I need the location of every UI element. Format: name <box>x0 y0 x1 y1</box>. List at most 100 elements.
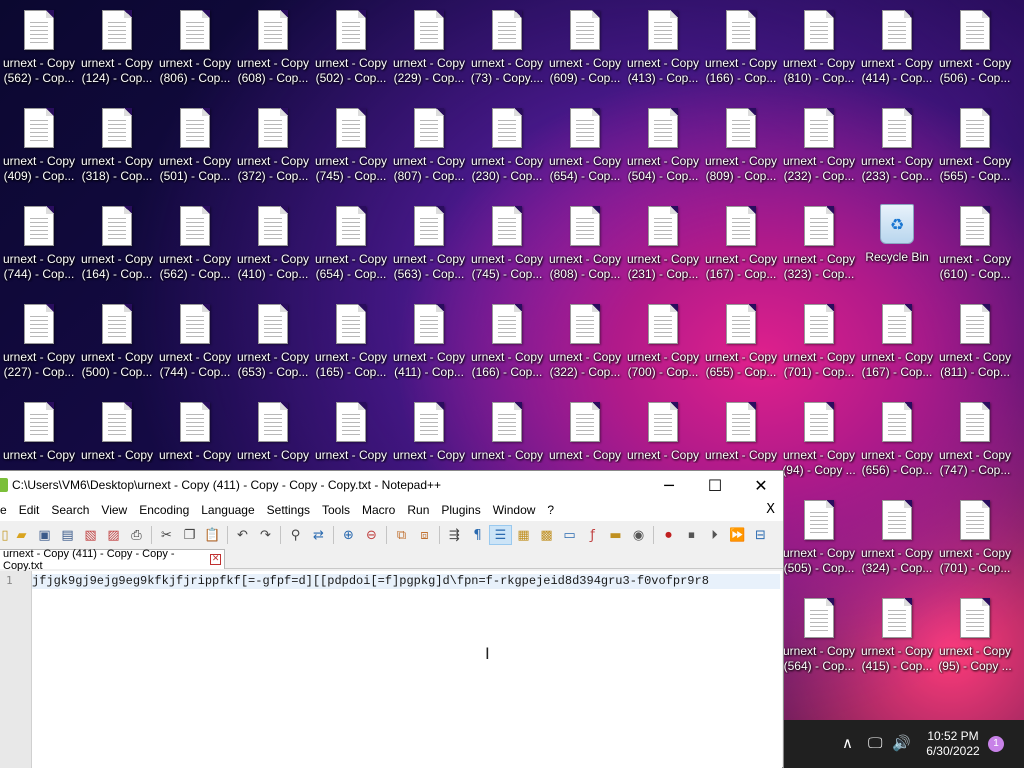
desktop-icon-file[interactable]: urnext - Copy (230) - Cop... <box>468 98 546 194</box>
desktop-icon-file[interactable]: urnext - Copy (701) - Cop... <box>936 490 1014 586</box>
minimize-button[interactable]: ─ <box>646 471 692 499</box>
desktop-icon-file[interactable]: urnext - Copy (745) - Cop... <box>312 98 390 194</box>
desktop-icon-file[interactable]: urnext - Copy (506) - Cop... <box>936 0 1014 96</box>
show-hidden-icons-chevron-icon[interactable]: ∧ <box>842 734 853 752</box>
menu-help[interactable]: ? <box>541 503 560 517</box>
desktop-icon-file[interactable]: urnext - Copy (324) - Cop... <box>858 490 936 586</box>
menu-search[interactable]: Search <box>45 503 95 517</box>
editor-line[interactable]: jfjgk9gj9ejg9eg9kfkjfjrippfkf[=-gfpf=d][… <box>32 574 780 589</box>
show-all-chars-icon[interactable]: ¶ <box>466 525 489 545</box>
desktop-icon-file[interactable]: urnext - Copy (808) - Cop... <box>546 196 624 292</box>
notepadpp-window[interactable]: C:\Users\VM6\Desktop\urnext - Copy (411)… <box>0 470 784 768</box>
desktop-icon-file[interactable]: urnext - Copy (806) - Cop... <box>156 0 234 96</box>
monitoring-icon[interactable]: ◉ <box>627 525 650 545</box>
find-icon[interactable]: ⚲ <box>284 525 307 545</box>
desktop-icon-file[interactable]: urnext - Copy (747) - Cop... <box>936 392 1014 488</box>
desktop-icon-file[interactable]: urnext - Copy (655) - Cop... <box>702 294 780 390</box>
desktop-icon-recycle-bin[interactable]: ♻ Recycle Bin <box>858 196 936 292</box>
doc-map-icon[interactable]: ▩ <box>535 525 558 545</box>
indent-guide-icon[interactable]: ☰ <box>489 525 512 545</box>
notification-badge[interactable]: 1 <box>988 736 1004 752</box>
maximize-button[interactable]: ☐ <box>692 471 738 499</box>
user-language-icon[interactable]: ▦ <box>512 525 535 545</box>
menu-run[interactable]: Run <box>401 503 435 517</box>
open-file-icon[interactable]: ▰ <box>10 525 33 545</box>
desktop-icon-file[interactable]: urnext - Copy (166) - Cop... <box>702 0 780 96</box>
desktop-icon-file[interactable]: urnext - Copy (164) - Cop... <box>78 196 156 292</box>
desktop-icon-file[interactable]: urnext - Copy (323) - Cop... <box>780 196 858 292</box>
desktop-icon-file[interactable]: urnext - Copy (700) - Cop... <box>624 294 702 390</box>
function-list-icon[interactable]: ƒ <box>581 525 604 545</box>
desktop-icon-file[interactable]: urnext - Copy (414) - Cop... <box>858 0 936 96</box>
desktop-icon-file[interactable]: urnext - Copy (562) - Cop... <box>156 196 234 292</box>
sync-vertical-icon[interactable]: ⧉ <box>390 525 413 545</box>
record-macro-icon[interactable]: ⏺ <box>657 525 680 545</box>
network-icon[interactable]: 🖵 <box>868 734 882 752</box>
redo-icon[interactable]: ↷ <box>254 525 277 545</box>
save-all-icon[interactable]: ▤ <box>56 525 79 545</box>
desktop-icon-file[interactable]: urnext - Copy (165) - Cop... <box>312 294 390 390</box>
desktop-icon-file[interactable]: urnext - Copy (95) - Copy ... <box>936 588 1014 684</box>
desktop-icon-file[interactable]: urnext - Copy (654) - Cop... <box>546 98 624 194</box>
desktop-icon-file[interactable]: urnext - Copy (562) - Cop... <box>0 0 78 96</box>
desktop-icon-file[interactable]: urnext - Copy (124) - Cop... <box>78 0 156 96</box>
desktop-icon-file[interactable]: urnext - Copy (413) - Cop... <box>624 0 702 96</box>
menu-encoding[interactable]: Encoding <box>133 503 195 517</box>
desktop-icon-file[interactable]: urnext - Copy (744) - Cop... <box>156 294 234 390</box>
menu-window[interactable]: Window <box>487 503 542 517</box>
desktop-icon-file[interactable]: urnext - Copy (504) - Cop... <box>624 98 702 194</box>
menu-edit[interactable]: Edit <box>13 503 46 517</box>
desktop-icon-file[interactable]: urnext - Copy (500) - Cop... <box>78 294 156 390</box>
title-bar[interactable]: C:\Users\VM6\Desktop\urnext - Copy (411)… <box>0 471 783 499</box>
menu-language[interactable]: Language <box>195 503 260 517</box>
play-macro-icon[interactable]: ⏵ <box>703 525 726 545</box>
undo-icon[interactable]: ↶ <box>231 525 254 545</box>
desktop-icon-file[interactable]: urnext - Copy (653) - Cop... <box>234 294 312 390</box>
doc-list-icon[interactable]: ▭ <box>558 525 581 545</box>
desktop-icon-file[interactable]: urnext - Copy (229) - Cop... <box>390 0 468 96</box>
copy-icon[interactable]: ❐ <box>178 525 201 545</box>
desktop-icon-file[interactable]: urnext - Copy (505) - Cop... <box>780 490 858 586</box>
desktop-icon-file[interactable]: urnext - Copy (654) - Cop... <box>312 196 390 292</box>
close-all-icon[interactable]: ▨ <box>102 525 125 545</box>
save-icon[interactable]: ▣ <box>33 525 56 545</box>
tab-current-file[interactable]: urnext - Copy (411) - Copy - Copy - Copy… <box>0 548 225 572</box>
zoom-out-icon[interactable]: ⊖ <box>360 525 383 545</box>
desktop-icon-file[interactable]: urnext - Copy (501) - Cop... <box>156 98 234 194</box>
desktop-icon-file[interactable]: urnext - Copy (410) - Cop... <box>234 196 312 292</box>
stop-macro-icon[interactable]: ⏹ <box>680 525 703 545</box>
word-wrap-icon[interactable]: ⇶ <box>443 525 466 545</box>
desktop-icon-file[interactable]: urnext - Copy (608) - Cop... <box>234 0 312 96</box>
menu-plugins[interactable]: Plugins <box>435 503 486 517</box>
desktop-icon-file[interactable]: urnext - Copy (810) - Cop... <box>780 0 858 96</box>
desktop-icon-file[interactable]: urnext - Copy (564) - Cop... <box>780 588 858 684</box>
desktop-icon-file[interactable]: urnext - Copy (811) - Cop... <box>936 294 1014 390</box>
menu-macro[interactable]: Macro <box>356 503 401 517</box>
new-file-icon[interactable]: ▯ <box>0 525 10 545</box>
close-button[interactable]: ✕ <box>738 471 784 499</box>
desktop-icon-file[interactable]: urnext - Copy (609) - Cop... <box>546 0 624 96</box>
desktop-icon-file[interactable]: urnext - Copy (415) - Cop... <box>858 588 936 684</box>
menu-tools[interactable]: Tools <box>316 503 356 517</box>
menu-view[interactable]: View <box>95 503 133 517</box>
desktop-icon-file[interactable]: urnext - Copy (227) - Cop... <box>0 294 78 390</box>
desktop-icon-file[interactable]: urnext - Copy (656) - Cop... <box>858 392 936 488</box>
cut-icon[interactable]: ✂ <box>155 525 178 545</box>
desktop-icon-file[interactable]: urnext - Copy (502) - Cop... <box>312 0 390 96</box>
desktop-icon-file[interactable]: urnext - Copy (809) - Cop... <box>702 98 780 194</box>
desktop-icon-file[interactable]: urnext - Copy (322) - Cop... <box>546 294 624 390</box>
desktop-icon-file[interactable]: urnext - Copy (563) - Cop... <box>390 196 468 292</box>
run-macro-multiple-icon[interactable]: ⏩ <box>726 525 749 545</box>
desktop-icon-file[interactable]: urnext - Copy (94) - Copy ... <box>780 392 858 488</box>
replace-icon[interactable]: ⇄ <box>307 525 330 545</box>
desktop-icon-file[interactable]: urnext - Copy (701) - Cop... <box>780 294 858 390</box>
desktop-icon-file[interactable]: urnext - Copy (565) - Cop... <box>936 98 1014 194</box>
desktop-icon-file[interactable]: urnext - Copy (232) - Cop... <box>780 98 858 194</box>
desktop-icon-file[interactable]: urnext - Copy (318) - Cop... <box>78 98 156 194</box>
zoom-in-icon[interactable]: ⊕ <box>337 525 360 545</box>
save-macro-icon[interactable]: ⊟ <box>749 525 772 545</box>
desktop-icon-file[interactable]: urnext - Copy (167) - Cop... <box>858 294 936 390</box>
close-file-icon[interactable]: ▧ <box>79 525 102 545</box>
tab-close-icon[interactable]: ✕ <box>210 554 221 565</box>
folder-workspace-icon[interactable]: ▬ <box>604 525 627 545</box>
